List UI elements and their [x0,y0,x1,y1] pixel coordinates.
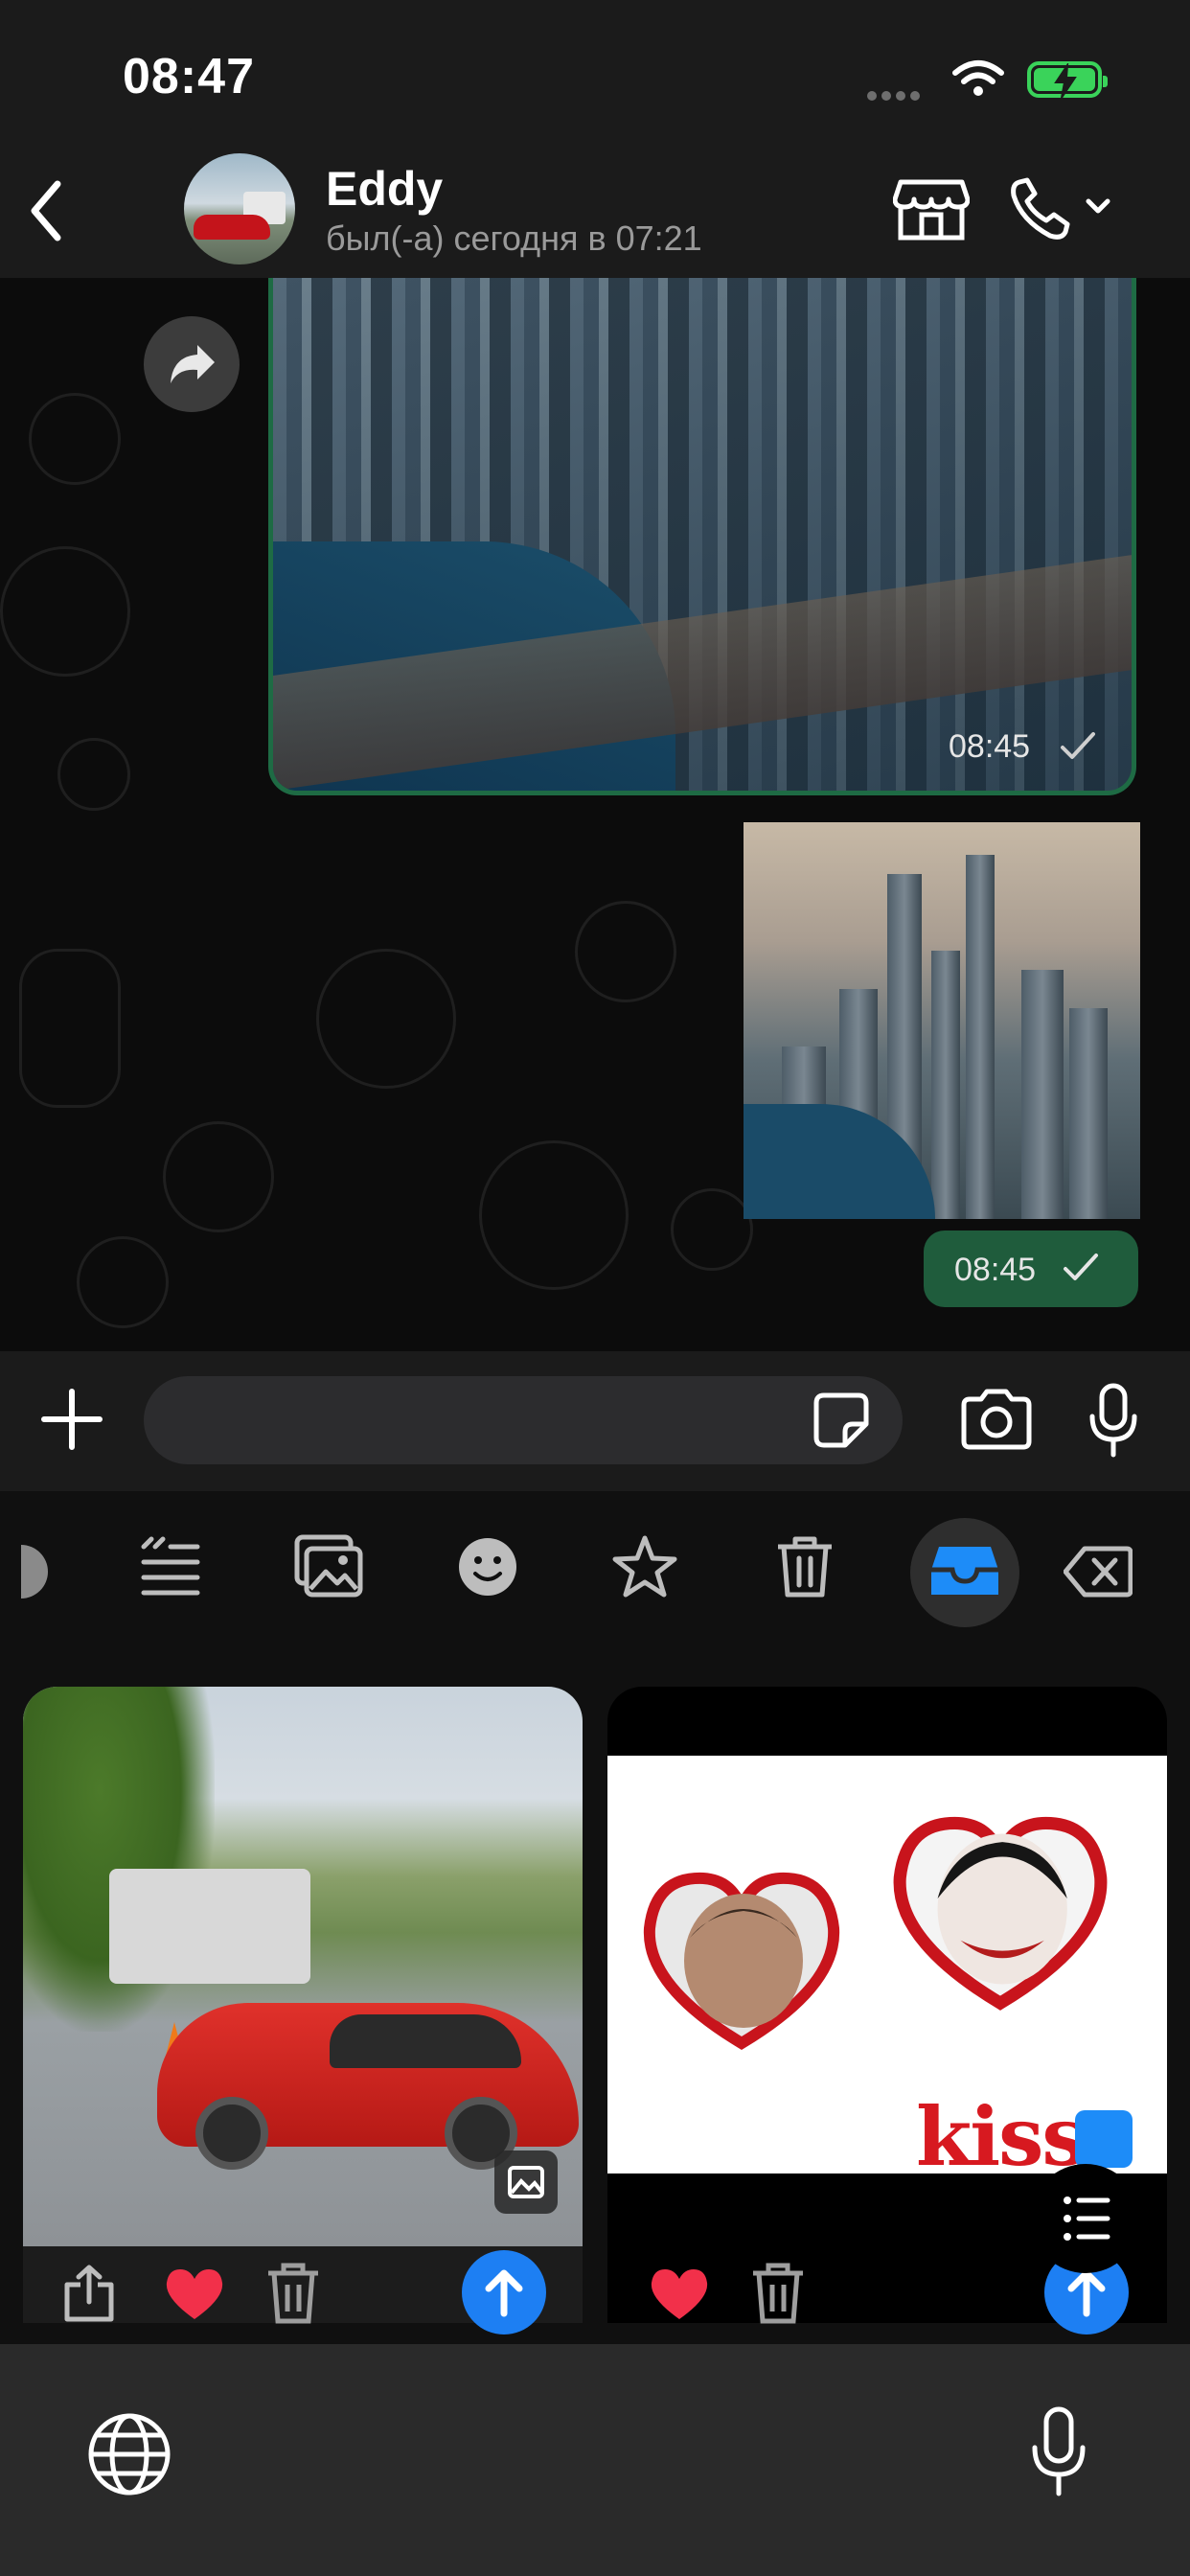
sticker-icon[interactable] [811,1390,872,1456]
message-image-skyline[interactable] [268,278,1136,795]
camera-button[interactable] [958,1388,1035,1456]
overlay-badge [1075,2110,1133,2168]
list-menu-button[interactable] [1031,2164,1140,2273]
signal-dots-icon [867,88,930,101]
message-image-towers[interactable] [744,822,1140,1219]
avatar[interactable] [184,153,295,264]
call-button[interactable] [1008,176,1113,248]
status-time: 08:47 [123,49,255,104]
store-icon[interactable] [892,176,971,248]
car-photo[interactable] [23,1687,583,2246]
globe-icon[interactable] [84,2409,174,2504]
battery-charging-icon [1027,61,1108,99]
quote-lines-icon[interactable] [138,1533,201,1605]
gallery-icon[interactable] [293,1533,364,1605]
message-input[interactable] [144,1376,903,1464]
heart-icon[interactable] [163,2266,226,2328]
backspace-icon[interactable] [1063,1545,1133,1603]
keyboard-bottom-bar [0,2344,1190,2576]
trash-icon[interactable] [264,2262,322,2330]
message-text-field[interactable] [172,1392,790,1451]
kiss-sticker-image[interactable]: kiss [607,1756,1167,2184]
heart-icon[interactable] [648,2266,711,2328]
message-timestamp: 08:45 [954,1252,1037,1288]
sent-check-icon [1059,730,1097,768]
wifi-icon [951,59,1005,103]
forward-button[interactable] [144,316,240,412]
contact-name[interactable]: Eddy [326,161,443,217]
trash-icon[interactable] [774,1533,835,1605]
emoji-icon[interactable] [456,1533,519,1605]
image-badge-icon [494,2150,558,2214]
last-seen-status: был(-а) сегодня в 07:21 [326,218,702,258]
share-icon[interactable] [59,2264,119,2328]
back-button[interactable] [19,172,77,249]
trash-icon[interactable] [749,2262,807,2330]
message-timestamp: 08:45 [949,728,1031,765]
mic-button[interactable] [1085,1382,1142,1463]
sent-check-icon [1062,1252,1100,1289]
star-icon[interactable] [611,1533,678,1605]
tray-icon[interactable] [929,1543,1000,1605]
send-sticker-button[interactable] [462,2250,546,2334]
attach-plus-button[interactable] [38,1386,105,1458]
dictation-mic-icon[interactable] [1025,2405,1092,2502]
sticker-card-car[interactable] [23,1687,583,2323]
